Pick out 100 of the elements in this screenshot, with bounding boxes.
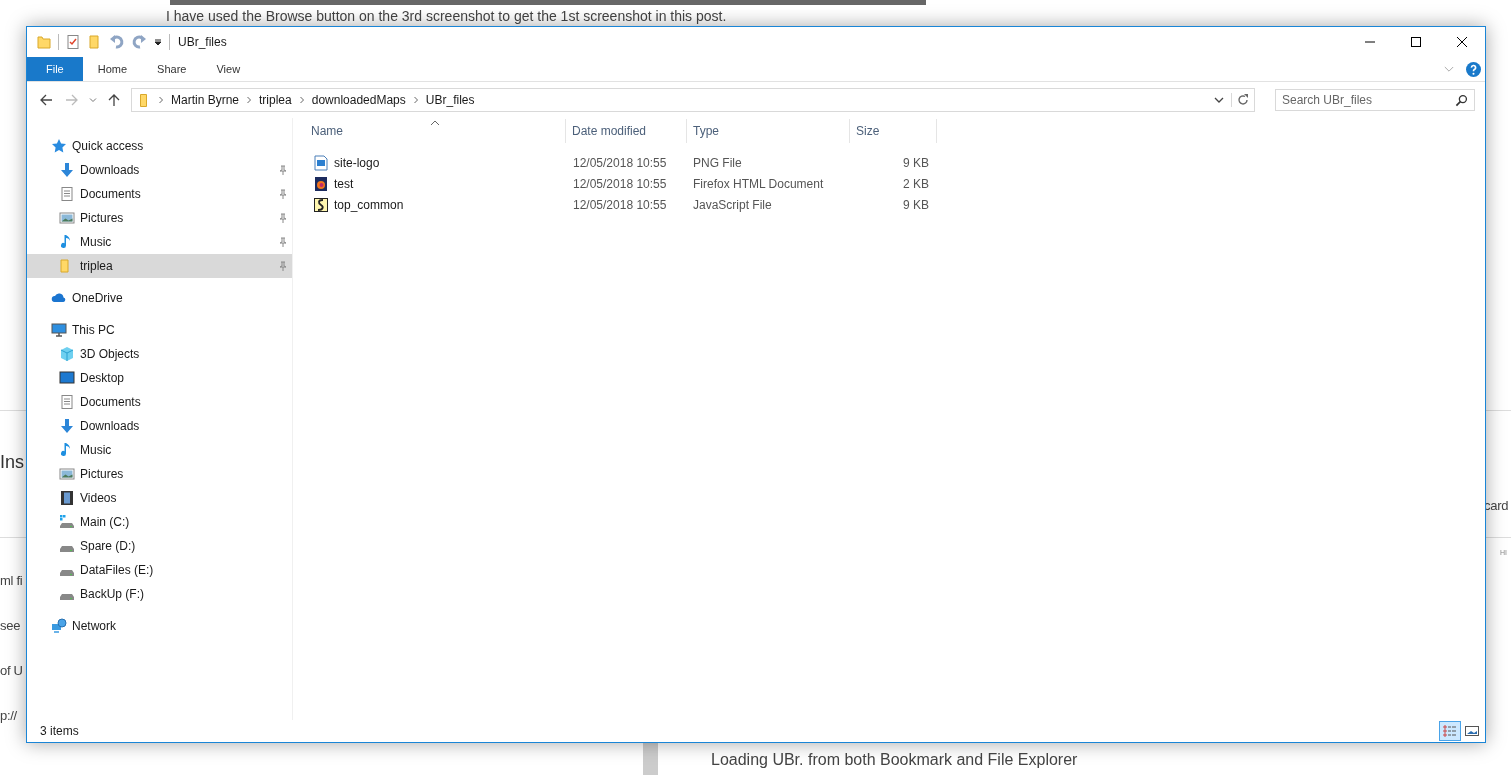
pin-icon[interactable] xyxy=(278,213,288,223)
column-header[interactable]: Date modified xyxy=(566,119,687,143)
window-title: UBr_files xyxy=(178,35,227,49)
back-arrow-icon[interactable] xyxy=(39,93,53,107)
search-field[interactable]: Search UBr_files xyxy=(1275,89,1475,111)
minimize-icon xyxy=(1364,41,1376,43)
star-icon xyxy=(51,138,67,154)
forward-arrow-icon[interactable] xyxy=(65,93,79,107)
breadcrumb-item[interactable]: UBr_files xyxy=(425,93,475,107)
ribbon-tab[interactable]: View xyxy=(201,57,256,81)
nav-pane-item[interactable]: Videos xyxy=(27,486,292,510)
nav-pane-item[interactable]: Pictures xyxy=(27,462,292,486)
nav-pane-item[interactable]: 3D Objects xyxy=(27,342,292,366)
script-file-icon xyxy=(313,196,329,213)
folder-icon[interactable] xyxy=(36,34,52,50)
ribbon-tab[interactable]: Share xyxy=(142,57,202,81)
redo-icon[interactable] xyxy=(131,34,147,50)
chevron-icon[interactable] xyxy=(298,96,305,104)
nav-pane-item[interactable]: Documents xyxy=(27,390,292,414)
desktop-icon xyxy=(59,370,75,386)
nav-pane-item[interactable]: Downloads xyxy=(27,414,292,438)
close-icon xyxy=(1456,36,1468,48)
search-icon xyxy=(1455,94,1468,107)
date-cell-text: 12/05/2018 10:55 xyxy=(572,154,668,172)
download-arrow-icon xyxy=(59,418,75,434)
post-text: p:// xyxy=(0,708,17,723)
pin-icon[interactable] xyxy=(278,165,288,175)
pin-icon[interactable] xyxy=(278,261,288,271)
document-icon xyxy=(59,394,75,410)
date-cell-text: 12/05/2018 10:55 xyxy=(572,175,668,193)
nav-pane-item[interactable]: BackUp (F:) xyxy=(27,582,292,606)
nav-pane-item[interactable]: This PC xyxy=(27,318,292,342)
sort-caret-icon xyxy=(430,120,440,126)
help-icon[interactable] xyxy=(1466,61,1481,77)
details-list-icon xyxy=(1443,725,1457,737)
address-bar[interactable]: Martin Byrne triplea downloadedMaps UBr_files xyxy=(131,88,1255,112)
pin-icon[interactable] xyxy=(278,189,288,199)
nav-pane-item[interactable]: triplea xyxy=(27,254,292,278)
chevron-icon[interactable] xyxy=(412,96,419,104)
image-file-icon xyxy=(313,154,329,171)
post-text: Loading UBr. from both Bookmark and File Explorer xyxy=(711,751,1078,769)
document-icon xyxy=(59,186,75,202)
nav-pane-item[interactable]: Music xyxy=(27,438,292,462)
nav-pane-item[interactable]: Downloads xyxy=(27,158,292,182)
pin-icon[interactable] xyxy=(278,237,288,247)
nav-pane-item[interactable]: OneDrive xyxy=(27,286,292,310)
file-name-cell[interactable]: test xyxy=(305,173,567,194)
breadcrumb-item[interactable]: triplea xyxy=(259,93,292,107)
film-icon xyxy=(59,490,75,506)
column-header[interactable]: Type xyxy=(687,119,850,143)
post-text: of U xyxy=(0,663,23,678)
dropdown-icon[interactable] xyxy=(153,37,163,47)
nav-pane-item[interactable]: Documents xyxy=(27,182,292,206)
history-dropdown-icon[interactable] xyxy=(1214,96,1224,104)
maximize-icon xyxy=(1410,36,1422,48)
size-cell-text: 9 KB xyxy=(902,154,930,172)
type-cell-text: JavaScript File xyxy=(692,196,773,214)
file-menu-tab[interactable]: File xyxy=(27,57,83,81)
nav-pane-item[interactable]: Pictures xyxy=(27,206,292,230)
nav-pane-item[interactable]: Spare (D:) xyxy=(27,534,292,558)
nav-pane-item[interactable]: Quick access xyxy=(27,134,292,158)
folder-icon xyxy=(140,93,147,107)
type-cell-text: Firefox HTML Document xyxy=(692,175,825,193)
nav-pane-item[interactable]: Music xyxy=(27,230,292,254)
size-cell-text: 2 KB xyxy=(902,175,930,193)
heading-text: Ins xyxy=(0,452,24,473)
breadcrumb-item[interactable]: Martin Byrne xyxy=(171,93,240,107)
column-header[interactable]: Name xyxy=(305,119,566,143)
expand-ribbon-icon[interactable] xyxy=(1444,65,1454,73)
recent-locations-icon[interactable] xyxy=(89,96,97,104)
properties-icon[interactable] xyxy=(65,34,81,50)
chevron-icon[interactable] xyxy=(158,96,164,104)
file-name-cell[interactable]: top_common xyxy=(305,194,567,215)
network-icon xyxy=(51,618,67,634)
column-header[interactable]: Size xyxy=(850,119,937,143)
drive-icon xyxy=(60,594,74,600)
file-name-cell[interactable]: site-logo xyxy=(305,152,567,173)
drive-icon xyxy=(60,570,74,576)
system-drive-icon xyxy=(59,514,75,530)
cube-icon xyxy=(59,346,75,362)
date-cell-text: 12/05/2018 10:55 xyxy=(572,196,668,214)
type-cell-text: PNG File xyxy=(692,154,743,172)
nav-pane-item[interactable]: Desktop xyxy=(27,366,292,390)
post-text: see xyxy=(0,618,21,633)
post-text: ml fi xyxy=(0,573,23,588)
monitor-icon xyxy=(51,322,67,338)
nav-pane-item[interactable]: Main (C:) xyxy=(27,510,292,534)
browser-file-icon xyxy=(313,175,329,192)
download-arrow-icon xyxy=(59,162,75,178)
post-text: I have used the Browse button on the 3rd screenshot to get the 1st screenshot in this post. xyxy=(166,8,727,24)
picture-icon xyxy=(59,210,75,226)
size-cell-text: 9 KB xyxy=(902,196,930,214)
picture-icon xyxy=(59,466,75,482)
up-arrow-icon[interactable] xyxy=(107,93,121,107)
chevron-icon[interactable] xyxy=(246,96,253,104)
undo-icon[interactable] xyxy=(109,34,125,50)
breadcrumb-item[interactable]: downloadedMaps xyxy=(311,93,406,107)
ribbon-tab[interactable]: Home xyxy=(82,57,143,81)
nav-pane-item[interactable]: Network xyxy=(27,614,292,638)
nav-pane-item[interactable]: DataFiles (E:) xyxy=(27,558,292,582)
